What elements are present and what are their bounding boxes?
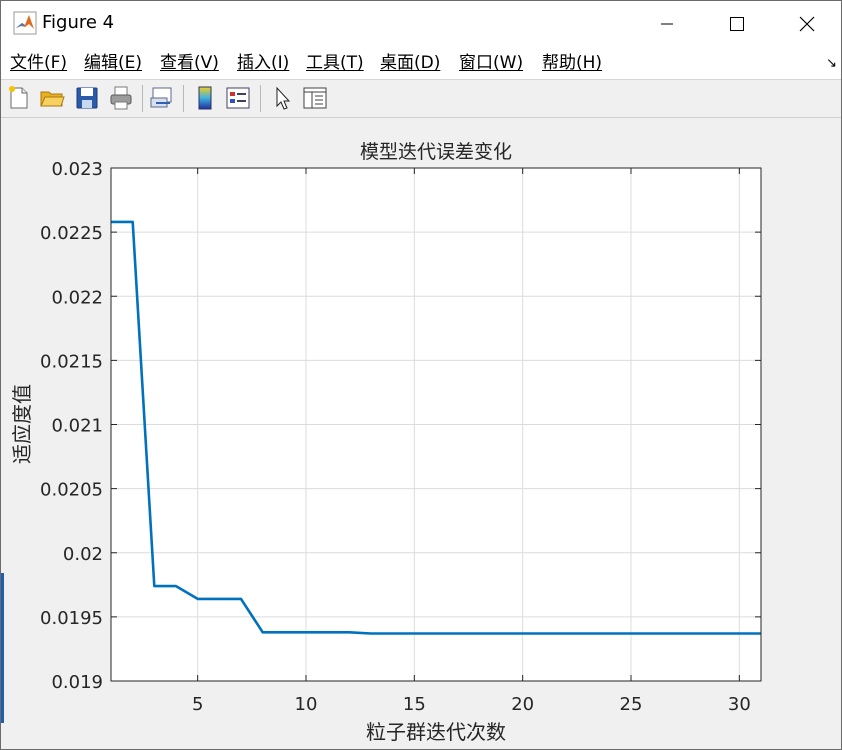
maximize-button[interactable] (702, 1, 772, 46)
y-axis-label: 适应度值 (10, 384, 34, 464)
minimize-icon (661, 23, 673, 24)
new-figure-icon[interactable] (5, 84, 33, 112)
title-bar[interactable]: Figure 4 (1, 1, 841, 46)
menu-edit[interactable]: 编辑(E) (84, 52, 142, 74)
x-tick-label: 10 (295, 694, 318, 715)
y-tick-label: 0.023 (51, 159, 103, 180)
print-icon[interactable] (107, 84, 135, 112)
maximize-icon (730, 16, 744, 31)
property-editor-icon[interactable] (301, 84, 329, 112)
link-plot-icon[interactable] (148, 84, 176, 112)
x-tick-label: 30 (728, 694, 751, 715)
toolbar (1, 80, 841, 118)
pointer-icon[interactable] (268, 84, 296, 112)
minimize-button[interactable] (632, 1, 702, 46)
dock-arrow-icon[interactable]: ↘ (826, 56, 837, 71)
toolbar-separator (183, 85, 184, 112)
x-tick-label: 20 (511, 694, 534, 715)
menu-view[interactable]: 查看(V) (160, 52, 219, 74)
window-title: Figure 4 (42, 12, 115, 33)
y-tick-label: 0.0205 (40, 480, 103, 501)
y-tick-label: 0.0195 (40, 608, 103, 629)
menu-bar: 文件(F) 编辑(E) 查看(V) 插入(I) 工具(T) 桌面(D) 窗口(W… (1, 46, 841, 80)
menu-help[interactable]: 帮助(H) (542, 52, 602, 74)
menu-window[interactable]: 窗口(W) (459, 52, 523, 74)
toolbar-separator (142, 85, 143, 112)
close-button[interactable] (772, 1, 842, 46)
toolbar-separator (260, 85, 261, 112)
figure-canvas: 5 10 15 20 25 30 0.019 0.0195 0.02 0.0205 0.021 0.0… (1, 118, 841, 749)
menu-desktop[interactable]: 桌面(D) (380, 52, 440, 74)
x-tick-label: 5 (192, 694, 203, 715)
y-tick-label: 0.021 (51, 416, 103, 437)
chart-title: 模型迭代误差变化 (360, 141, 512, 163)
y-tick-label: 0.0215 (40, 351, 103, 372)
y-tick-label: 0.0225 (40, 223, 103, 244)
y-tick-label: 0.019 (51, 672, 103, 693)
colorbar-icon[interactable] (191, 84, 219, 112)
x-tick-label: 25 (620, 694, 643, 715)
menu-insert[interactable]: 插入(I) (237, 52, 289, 74)
menu-file[interactable]: 文件(F) (10, 52, 67, 74)
matlab-logo-icon (13, 11, 37, 35)
x-tick-label: 15 (403, 694, 426, 715)
x-axis-label: 粒子群迭代次数 (366, 720, 506, 744)
y-tick-label: 0.022 (51, 287, 103, 308)
figure-window: Figure 4 文件(F) 编辑(E) 查看(V) 插入(I) 工具(T) 桌… (0, 0, 842, 750)
legend-icon[interactable] (224, 84, 252, 112)
y-tick-label: 0.02 (63, 544, 103, 565)
close-icon (799, 16, 815, 31)
save-icon[interactable] (73, 84, 101, 112)
line-chart: 5 10 15 20 25 30 0.019 0.0195 0.02 0.0205 0.021 0.0… (10, 141, 762, 744)
menu-tools[interactable]: 工具(T) (306, 52, 364, 74)
open-folder-icon[interactable] (38, 84, 66, 112)
